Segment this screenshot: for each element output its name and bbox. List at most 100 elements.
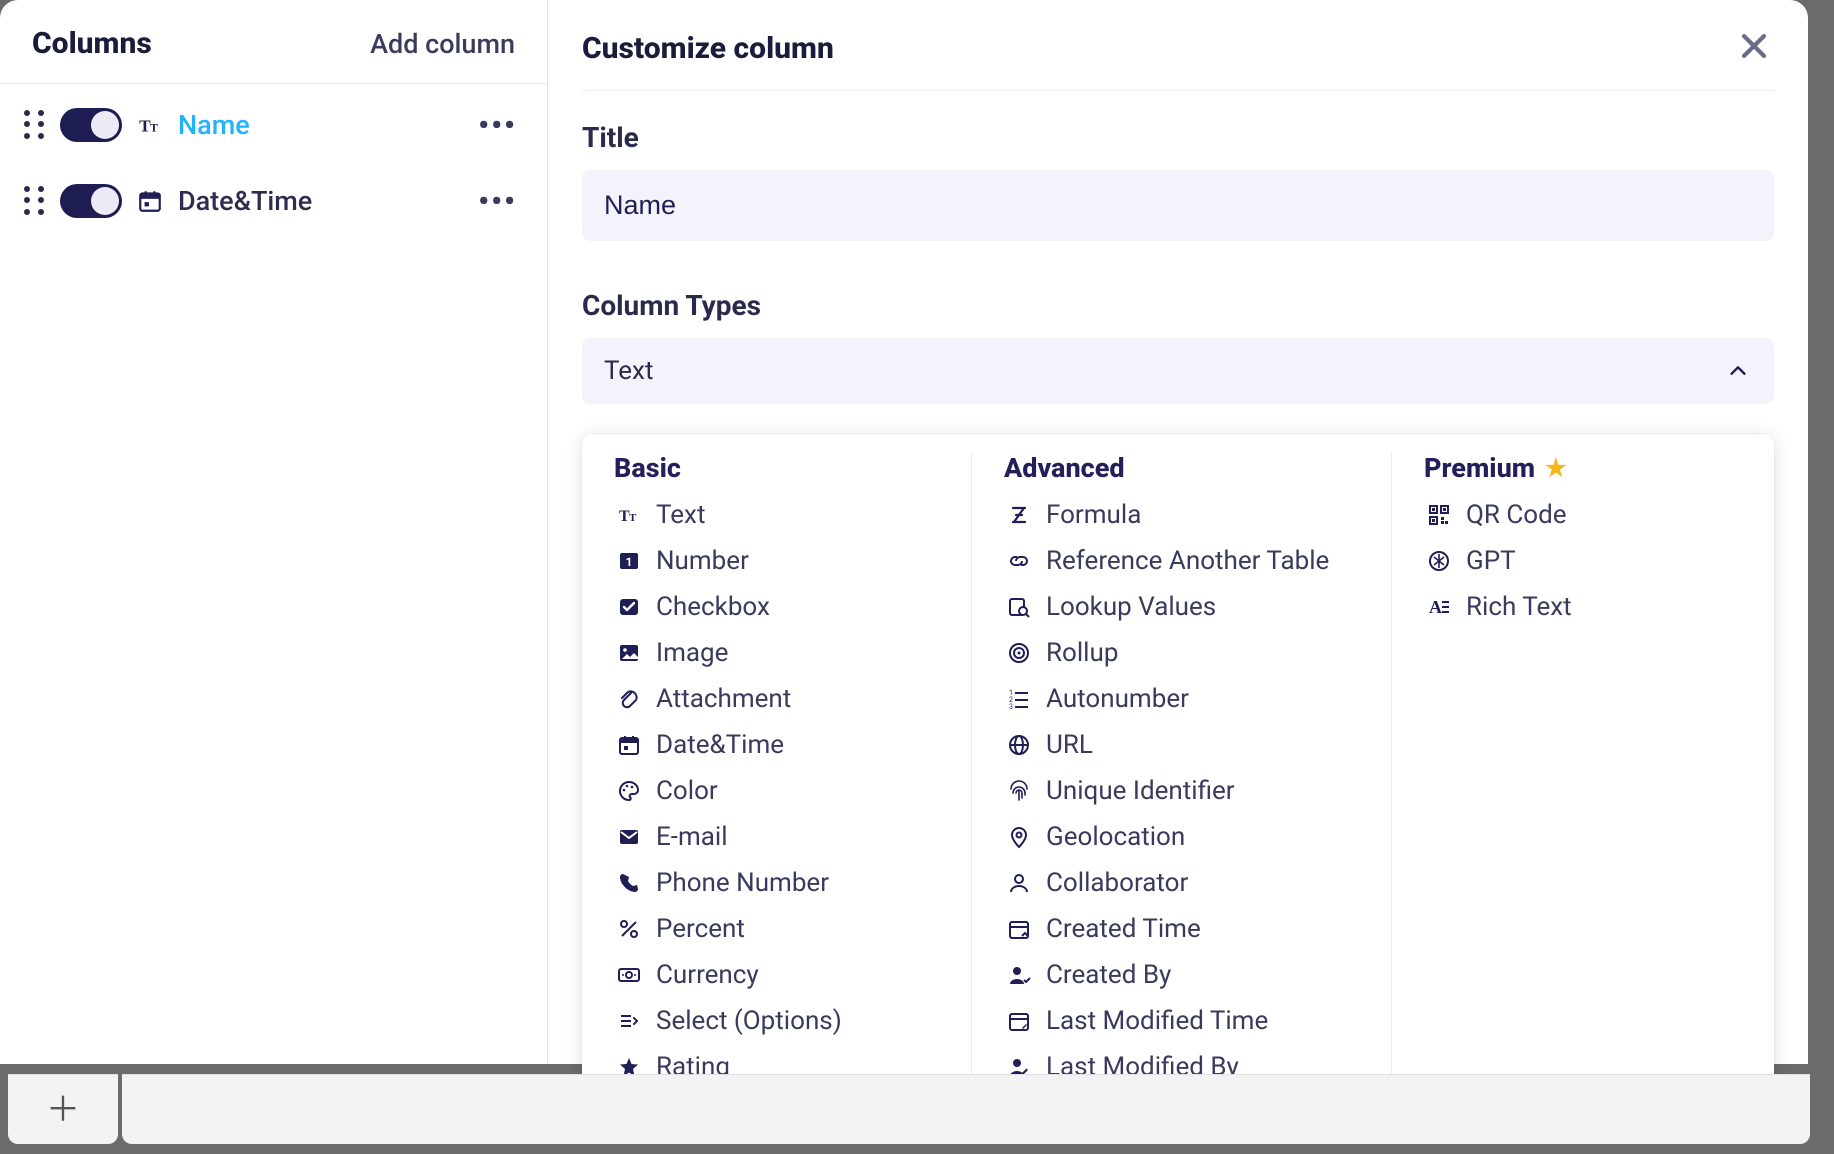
- column-row[interactable]: TTName•••: [24, 102, 523, 148]
- type-option-label: E-mail: [656, 822, 728, 852]
- number-icon: 1: [616, 548, 642, 574]
- type-option-label: Currency: [656, 960, 759, 990]
- column-type-select[interactable]: Text: [582, 338, 1774, 404]
- svg-text:A: A: [1429, 597, 1442, 617]
- title-input[interactable]: [582, 170, 1774, 241]
- type-option-label: Autonumber: [1046, 684, 1189, 714]
- type-option-label: URL: [1046, 730, 1093, 760]
- fingerprint-icon: [1006, 778, 1032, 804]
- type-option[interactable]: Last Modified Time: [1002, 1004, 1361, 1038]
- dropdown-group-header: Basic: [612, 452, 941, 484]
- geolocation-icon: [1006, 824, 1032, 850]
- dropdown-group-label: Advanced: [1004, 452, 1125, 484]
- svg-text:T: T: [150, 121, 158, 135]
- type-option-label: Date&Time: [656, 730, 784, 760]
- customize-column-pane: Customize column Title Column Types Text…: [548, 0, 1808, 1064]
- link-icon: [1006, 548, 1032, 574]
- attachment-icon: [616, 686, 642, 712]
- column-label: Date&Time: [178, 185, 312, 217]
- add-column-button[interactable]: Add column: [370, 28, 515, 60]
- type-option[interactable]: Image: [612, 636, 941, 670]
- created-by-icon: [1006, 962, 1032, 988]
- collaborator-icon: [1006, 870, 1032, 896]
- columns-list: TTName•••Date&Time•••: [0, 84, 547, 242]
- star-icon: ★: [1545, 454, 1567, 482]
- type-option[interactable]: TTText: [612, 498, 941, 532]
- column-row[interactable]: Date&Time •••: [24, 178, 523, 224]
- type-option[interactable]: Percent: [612, 912, 941, 946]
- column-more-button[interactable]: •••: [472, 184, 523, 219]
- visibility-toggle[interactable]: [60, 108, 122, 142]
- type-option-label: Checkbox: [656, 592, 770, 622]
- type-option[interactable]: E-mail: [612, 820, 941, 854]
- lookup-icon: [1006, 594, 1032, 620]
- phone-icon: [616, 870, 642, 896]
- formula-icon: [1006, 502, 1032, 528]
- chevron-up-icon: [1724, 357, 1752, 385]
- type-option[interactable]: Collaborator: [1002, 866, 1361, 900]
- type-option[interactable]: Color: [612, 774, 941, 808]
- type-option[interactable]: Created By: [1002, 958, 1361, 992]
- type-option-label: Last Modified Time: [1046, 1006, 1268, 1036]
- autonumber-icon: 123: [1006, 686, 1032, 712]
- close-button[interactable]: [1734, 28, 1774, 68]
- type-option[interactable]: Unique Identifier: [1002, 774, 1361, 808]
- modified-time-icon: [1006, 1008, 1032, 1034]
- url-icon: [1006, 732, 1032, 758]
- gpt-icon: [1426, 548, 1452, 574]
- type-option[interactable]: Rollup: [1002, 636, 1361, 670]
- svg-text:3: 3: [1009, 703, 1013, 711]
- type-option[interactable]: 123 Autonumber: [1002, 682, 1361, 716]
- rollup-icon: [1006, 640, 1032, 666]
- columns-panel: Columns Add column TTName•••Date&Time•••…: [0, 0, 1808, 1064]
- type-option[interactable]: Checkbox: [612, 590, 941, 624]
- column-more-button[interactable]: •••: [472, 108, 523, 143]
- selected-type: Text: [604, 356, 653, 386]
- type-option-label: Percent: [656, 914, 745, 944]
- rich-text-icon: A: [1426, 594, 1452, 620]
- sidebar-title: Columns: [32, 26, 152, 61]
- type-option[interactable]: Attachment: [612, 682, 941, 716]
- dropdown-group-label: Premium: [1424, 452, 1535, 484]
- type-option[interactable]: GPT: [1422, 544, 1744, 578]
- drag-handle-icon[interactable]: [24, 110, 46, 140]
- type-option[interactable]: QR Code: [1422, 498, 1744, 532]
- type-option[interactable]: Reference Another Table: [1002, 544, 1361, 578]
- svg-text:T: T: [629, 512, 637, 524]
- type-option[interactable]: Date&Time: [612, 728, 941, 762]
- drag-handle-icon[interactable]: [24, 186, 46, 216]
- currency-icon: [616, 962, 642, 988]
- type-option[interactable]: Select (Options): [612, 1004, 941, 1038]
- type-option-label: Image: [656, 638, 728, 668]
- type-option[interactable]: ARich Text: [1422, 590, 1744, 624]
- type-option-label: Geolocation: [1046, 822, 1185, 852]
- type-option-label: Lookup Values: [1046, 592, 1216, 622]
- type-option[interactable]: URL: [1002, 728, 1361, 762]
- text-icon: TT: [616, 502, 642, 528]
- type-option[interactable]: Created Time: [1002, 912, 1361, 946]
- type-option[interactable]: Lookup Values: [1002, 590, 1361, 624]
- type-option[interactable]: Phone Number: [612, 866, 941, 900]
- created-time-icon: [1006, 916, 1032, 942]
- type-option-label: Color: [656, 776, 718, 806]
- type-option[interactable]: Geolocation: [1002, 820, 1361, 854]
- column-type-dropdown: Basic TTText 1Number Checkbox Image Attachmen…: [582, 434, 1774, 1108]
- bottom-bar: [122, 1074, 1810, 1144]
- qr-icon: [1426, 502, 1452, 528]
- customize-title: Customize column: [582, 31, 834, 66]
- column-label: Name: [178, 109, 250, 141]
- type-option-label: Collaborator: [1046, 868, 1188, 898]
- type-option[interactable]: 1Number: [612, 544, 941, 578]
- visibility-toggle[interactable]: [60, 184, 122, 218]
- email-icon: [616, 824, 642, 850]
- calendar-icon: [136, 187, 164, 215]
- percent-icon: [616, 916, 642, 942]
- type-option[interactable]: Currency: [612, 958, 941, 992]
- title-label: Title: [582, 121, 1774, 154]
- dropdown-group-label: Basic: [614, 452, 681, 484]
- add-tab-button[interactable]: ＋: [8, 1074, 118, 1144]
- dropdown-group-header: Premium ★: [1422, 452, 1744, 484]
- type-option[interactable]: Formula: [1002, 498, 1361, 532]
- type-option-label: Created By: [1046, 960, 1171, 990]
- svg-text:1: 1: [626, 555, 633, 569]
